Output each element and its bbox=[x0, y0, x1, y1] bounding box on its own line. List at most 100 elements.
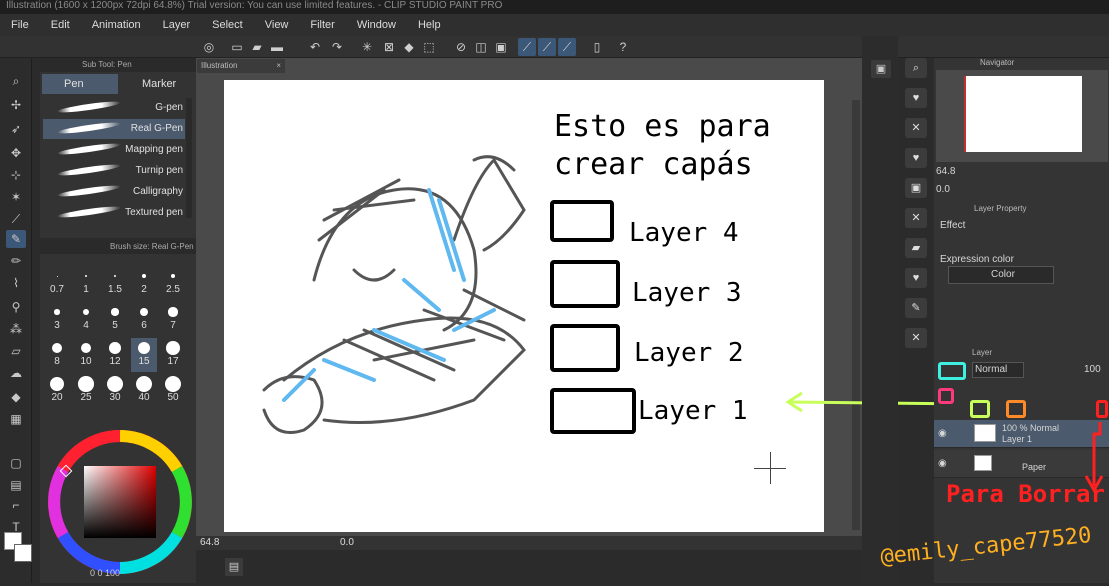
blend-mode-select[interactable]: Normal bbox=[972, 362, 1024, 378]
pencil-tool-icon[interactable]: ✏ bbox=[6, 252, 26, 270]
brush-size-option[interactable]: 30 bbox=[102, 374, 128, 408]
brush-size-option[interactable]: 15 bbox=[131, 338, 157, 372]
brush-size-option[interactable]: 1 bbox=[73, 266, 99, 300]
eye-icon[interactable]: ◉ bbox=[938, 458, 947, 469]
delete-layer-button[interactable] bbox=[1096, 400, 1108, 418]
sub-color-swatch[interactable] bbox=[14, 544, 32, 562]
selection-icon[interactable]: ▣ bbox=[492, 38, 510, 56]
eyedropper-tool-icon[interactable]: ⟋ bbox=[6, 210, 26, 228]
menu-layer[interactable]: Layer bbox=[152, 14, 202, 36]
loading-icon[interactable]: ✳ bbox=[358, 38, 376, 56]
selection-tool-icon[interactable]: ⊹ bbox=[6, 166, 26, 184]
help-icon[interactable]: ? bbox=[614, 38, 632, 56]
clear-icon[interactable]: ⊠ bbox=[380, 38, 398, 56]
auto-select-tool-icon[interactable]: ✶ bbox=[6, 188, 26, 206]
deselect-icon[interactable]: ⊘ bbox=[452, 38, 470, 56]
brush-size-option[interactable]: 4 bbox=[73, 302, 99, 336]
menu-edit[interactable]: Edit bbox=[40, 14, 81, 36]
brush-size-option[interactable]: 6 bbox=[131, 302, 157, 336]
brush-size-option[interactable]: 0.7 bbox=[44, 266, 70, 300]
expression-color-select[interactable]: Color bbox=[948, 266, 1054, 284]
brush-size-option[interactable]: 3 bbox=[44, 302, 70, 336]
drawing-canvas[interactable]: Esto es para crear capás Layer 4 Layer 3… bbox=[224, 80, 824, 532]
brush-size-option[interactable]: 50 bbox=[160, 374, 186, 408]
close-icon[interactable]: ✕ bbox=[905, 328, 927, 348]
brush-item-calligraphy[interactable]: Calligraphy bbox=[43, 182, 185, 202]
brush-size-option[interactable]: 5 bbox=[102, 302, 128, 336]
close-icon[interactable]: ✕ bbox=[905, 118, 927, 138]
material-icon[interactable]: ▣ bbox=[871, 60, 891, 78]
canvas-vertical-scrollbar[interactable] bbox=[852, 100, 860, 530]
fill-tool-icon[interactable]: ◆ bbox=[6, 388, 26, 406]
menu-view[interactable]: View bbox=[254, 14, 300, 36]
decoration-tool-icon[interactable]: ⁂ bbox=[6, 320, 26, 338]
fill-icon[interactable]: ◆ bbox=[400, 38, 418, 56]
timeline-icon[interactable]: ▤ bbox=[225, 558, 243, 576]
snap-grid-icon[interactable]: ⟋ bbox=[558, 38, 576, 56]
document-tab[interactable]: Illustration × bbox=[197, 59, 285, 73]
gradient-tool-icon[interactable]: ▦ bbox=[6, 410, 26, 428]
heart-icon[interactable]: ♥ bbox=[905, 88, 927, 108]
new-folder-button[interactable] bbox=[1006, 400, 1026, 418]
navigator-zoom[interactable]: 64.8 bbox=[936, 166, 955, 177]
image-icon[interactable]: ▣ bbox=[905, 178, 927, 198]
blend-tool-icon[interactable]: ☁ bbox=[6, 364, 26, 382]
navigator-angle[interactable]: 0.0 bbox=[936, 184, 950, 195]
brush-size-option[interactable]: 7 bbox=[160, 302, 186, 336]
opacity-value[interactable]: 100 bbox=[1084, 364, 1101, 375]
eraser-tool-icon[interactable]: ▱ bbox=[6, 342, 26, 360]
brush-item-g-pen[interactable]: G-pen bbox=[43, 98, 185, 118]
menu-help[interactable]: Help bbox=[407, 14, 452, 36]
save-icon[interactable]: ▬ bbox=[268, 38, 286, 56]
operation-tool-icon[interactable]: ➶ bbox=[6, 120, 26, 138]
menu-select[interactable]: Select bbox=[201, 14, 254, 36]
snap-special-ruler-icon[interactable]: ⟋ bbox=[538, 38, 556, 56]
undo-icon[interactable]: ↶ bbox=[306, 38, 324, 56]
move-layer-tool-icon[interactable]: ✥ bbox=[6, 144, 26, 162]
edit-icon[interactable]: ✎ bbox=[905, 298, 927, 318]
pen-tool-icon[interactable]: ✎ bbox=[6, 230, 26, 248]
close-icon[interactable]: ✕ bbox=[905, 208, 927, 228]
color-wheel[interactable] bbox=[40, 420, 196, 583]
airbrush-tool-icon[interactable]: ⚲ bbox=[6, 298, 26, 316]
menu-animation[interactable]: Animation bbox=[81, 14, 152, 36]
close-tab-icon[interactable]: × bbox=[276, 59, 281, 73]
redo-icon[interactable]: ↷ bbox=[328, 38, 346, 56]
clip-studio-icon[interactable]: ◎ bbox=[200, 38, 218, 56]
new-raster-layer-button[interactable] bbox=[970, 400, 990, 418]
subtool-scrollbar[interactable] bbox=[186, 98, 192, 218]
brush-item-real-g-pen[interactable]: Real G-Pen bbox=[43, 119, 185, 139]
brush-size-option[interactable]: 10 bbox=[73, 338, 99, 372]
brush-tool-icon[interactable]: ⌇ bbox=[6, 274, 26, 292]
eye-icon[interactable]: ◉ bbox=[938, 428, 947, 439]
zoom-tool-icon[interactable]: ⌕ bbox=[6, 72, 26, 90]
new-file-icon[interactable]: ▭ bbox=[228, 38, 246, 56]
tab-marker[interactable]: Marker bbox=[120, 74, 186, 94]
snap-ruler-icon[interactable]: ⟋ bbox=[518, 38, 536, 56]
brush-item-turnip-pen[interactable]: Turnip pen bbox=[43, 161, 185, 181]
brush-size-option[interactable]: 25 bbox=[73, 374, 99, 408]
menu-filter[interactable]: Filter bbox=[299, 14, 345, 36]
invert-selection-icon[interactable]: ◫ bbox=[472, 38, 490, 56]
navigator-preview[interactable] bbox=[936, 70, 1108, 162]
brush-size-option[interactable]: 2 bbox=[131, 266, 157, 300]
brush-size-option[interactable]: 17 bbox=[160, 338, 186, 372]
brush-size-option[interactable]: 12 bbox=[102, 338, 128, 372]
ruler-tool-icon[interactable]: ⌐ bbox=[6, 496, 26, 514]
search-icon[interactable]: ⌕ bbox=[905, 58, 927, 78]
layer-mode-button[interactable] bbox=[938, 362, 966, 380]
menu-window[interactable]: Window bbox=[346, 14, 407, 36]
brush-size-option[interactable]: 40 bbox=[131, 374, 157, 408]
brush-item-mapping-pen[interactable]: Mapping pen bbox=[43, 140, 185, 160]
brush-size-option[interactable]: 1.5 bbox=[102, 266, 128, 300]
transform-icon[interactable]: ⬚ bbox=[420, 38, 438, 56]
brush-size-option[interactable]: 2.5 bbox=[160, 266, 186, 300]
figure-tool-icon[interactable]: ▢ bbox=[6, 454, 26, 472]
brush-size-option[interactable]: 8 bbox=[44, 338, 70, 372]
menu-file[interactable]: File bbox=[0, 14, 40, 36]
brush-size-option[interactable]: 20 bbox=[44, 374, 70, 408]
heart-icon[interactable]: ♥ bbox=[905, 268, 927, 288]
smartphone-icon[interactable]: ▯ bbox=[588, 38, 606, 56]
heart-icon[interactable]: ♥ bbox=[905, 148, 927, 168]
open-folder-icon[interactable]: ▰ bbox=[248, 38, 266, 56]
